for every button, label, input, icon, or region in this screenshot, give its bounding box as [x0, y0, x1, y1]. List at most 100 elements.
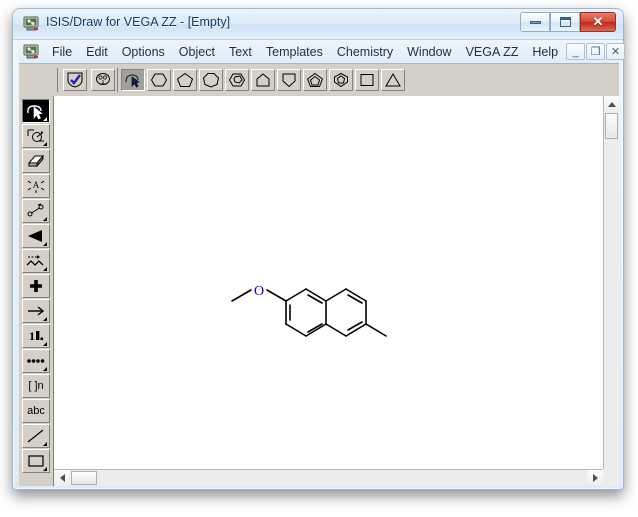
flyout-arrow-icon: [43, 217, 47, 221]
atom-label-icon: A: [23, 175, 49, 197]
scroll-up-icon: [608, 102, 616, 107]
molecule-structure: O: [54, 96, 603, 469]
flyout-arrow-icon: [43, 342, 47, 346]
wedge-bond-tool[interactable]: [22, 224, 50, 248]
menu-item-templates[interactable]: Templates: [259, 42, 330, 62]
scroll-left-icon: [60, 474, 65, 482]
abc-text-icon: abc: [23, 400, 49, 422]
flyout-arrow-icon: [43, 367, 47, 371]
window-title: ISIS/Draw for VEGA ZZ - [Empty]: [46, 15, 230, 29]
mdi-close-button[interactable]: ✕: [606, 43, 625, 60]
heptagon-icon: [202, 72, 220, 88]
bond-tool[interactable]: [22, 199, 50, 223]
shield-check-icon: [66, 72, 84, 88]
flyout-arrow-icon: [43, 142, 47, 146]
check-structure-button[interactable]: [63, 69, 87, 91]
eraser-tool[interactable]: [22, 149, 50, 173]
rectangle-tool[interactable]: [22, 449, 50, 473]
flyout-arrow-icon: [43, 317, 47, 321]
flyout-arrow-icon: [43, 117, 47, 121]
square-icon: [358, 72, 376, 88]
lasso-select-tool[interactable]: [22, 99, 50, 123]
cycloheptane-button[interactable]: [199, 69, 223, 91]
scroll-up-button[interactable]: [604, 96, 619, 112]
application-window: ISIS/Draw for VEGA ZZ - [Empty] ✕ File E…: [12, 8, 624, 490]
flyout-arrow-icon: [43, 267, 47, 271]
minimize-icon: [521, 13, 549, 31]
menu-item-text[interactable]: Text: [222, 42, 259, 62]
document-icon[interactable]: [23, 43, 40, 60]
text-tool[interactable]: abc: [22, 399, 50, 423]
plus-icon: [23, 275, 49, 297]
diamond-ring-button[interactable]: [329, 69, 353, 91]
benzene-ring-button[interactable]: [147, 69, 171, 91]
menu-item-object[interactable]: Object: [172, 42, 222, 62]
cyclopropane-button[interactable]: [251, 69, 275, 91]
flyout-arrow-icon: [43, 467, 47, 471]
vertical-scrollbar[interactable]: [603, 96, 619, 486]
atom-circle-icon: [94, 72, 112, 88]
menu-item-file[interactable]: File: [45, 42, 79, 62]
atom-label-tool[interactable]: A: [22, 174, 50, 198]
menu-bar: File Edit Options Object Text Templates …: [19, 40, 619, 63]
vertical-scroll-thumb[interactable]: [605, 113, 618, 139]
menu-item-vega-zz[interactable]: VEGA ZZ: [459, 42, 526, 62]
select-tool-button[interactable]: [121, 69, 145, 91]
triangle-ring-button[interactable]: [381, 69, 405, 91]
svg-text:A: A: [33, 180, 40, 190]
line-tool[interactable]: [22, 424, 50, 448]
cyclohexane-chair-button[interactable]: [225, 69, 249, 91]
lasso-arrow-icon: [124, 72, 142, 88]
menu-item-options[interactable]: Options: [115, 42, 172, 62]
window-minimize-button[interactable]: [520, 12, 550, 32]
maximize-icon: [551, 13, 579, 31]
title-bar[interactable]: ISIS/Draw for VEGA ZZ - [Empty] ✕: [13, 9, 623, 40]
triangle-icon: [384, 72, 402, 88]
menu-item-window[interactable]: Window: [400, 42, 458, 62]
arrow-tool[interactable]: [22, 299, 50, 323]
pentagon-icon: [176, 72, 194, 88]
mdi-minimize-button[interactable]: _: [566, 43, 585, 60]
plus-tool[interactable]: [22, 274, 50, 298]
bracket-tool[interactable]: [ ]n: [22, 374, 50, 398]
drawing-canvas[interactable]: O: [54, 96, 603, 469]
cyclopentane-button[interactable]: [173, 69, 197, 91]
hexagon-3d-icon: [228, 72, 246, 88]
chain-tool[interactable]: [22, 249, 50, 273]
scroll-right-icon: [593, 474, 598, 482]
scroll-right-button[interactable]: [587, 470, 603, 486]
horizontal-scrollbar[interactable]: [54, 469, 603, 486]
drawing-tool-palette: A: [19, 96, 54, 486]
app-icon: [23, 15, 40, 32]
menu-item-list: File Edit Options Object Text Templates …: [45, 40, 565, 63]
close-icon: ✕: [581, 13, 615, 31]
window-maximize-button[interactable]: [550, 12, 580, 32]
horizontal-scroll-thumb[interactable]: [71, 471, 97, 485]
toolbar-separator: [57, 68, 58, 92]
rotate-tool[interactable]: [22, 124, 50, 148]
bracket-n-icon: [ ]n: [23, 375, 49, 397]
shield-down-icon: [280, 72, 298, 88]
cyclobutane-button[interactable]: [277, 69, 301, 91]
house-pentagon-icon: [254, 72, 272, 88]
svg-text:1: 1: [29, 329, 35, 343]
pentagon-inner-icon: [306, 72, 324, 88]
clean-structure-button[interactable]: [91, 69, 115, 91]
toolbar-separator: [117, 68, 118, 92]
window-close-button[interactable]: ✕: [580, 12, 616, 32]
cyclopentadiene-button[interactable]: [303, 69, 327, 91]
templates-toolbar: [19, 64, 619, 97]
mdi-restore-button[interactable]: ❐: [586, 43, 605, 60]
flyout-arrow-icon: [43, 242, 47, 246]
electron-dots-tool[interactable]: [22, 349, 50, 373]
atom-number-tool[interactable]: 1: [22, 324, 50, 348]
square-ring-button[interactable]: [355, 69, 379, 91]
diamond-inner-icon: [332, 72, 350, 88]
menu-item-edit[interactable]: Edit: [79, 42, 115, 62]
flyout-arrow-icon: [43, 442, 47, 446]
scrollbar-corner: [603, 469, 619, 486]
menu-item-chemistry[interactable]: Chemistry: [330, 42, 400, 62]
atom-label-oxygen: O: [254, 284, 264, 299]
menu-item-help[interactable]: Help: [525, 42, 565, 62]
scroll-left-button[interactable]: [54, 470, 70, 486]
